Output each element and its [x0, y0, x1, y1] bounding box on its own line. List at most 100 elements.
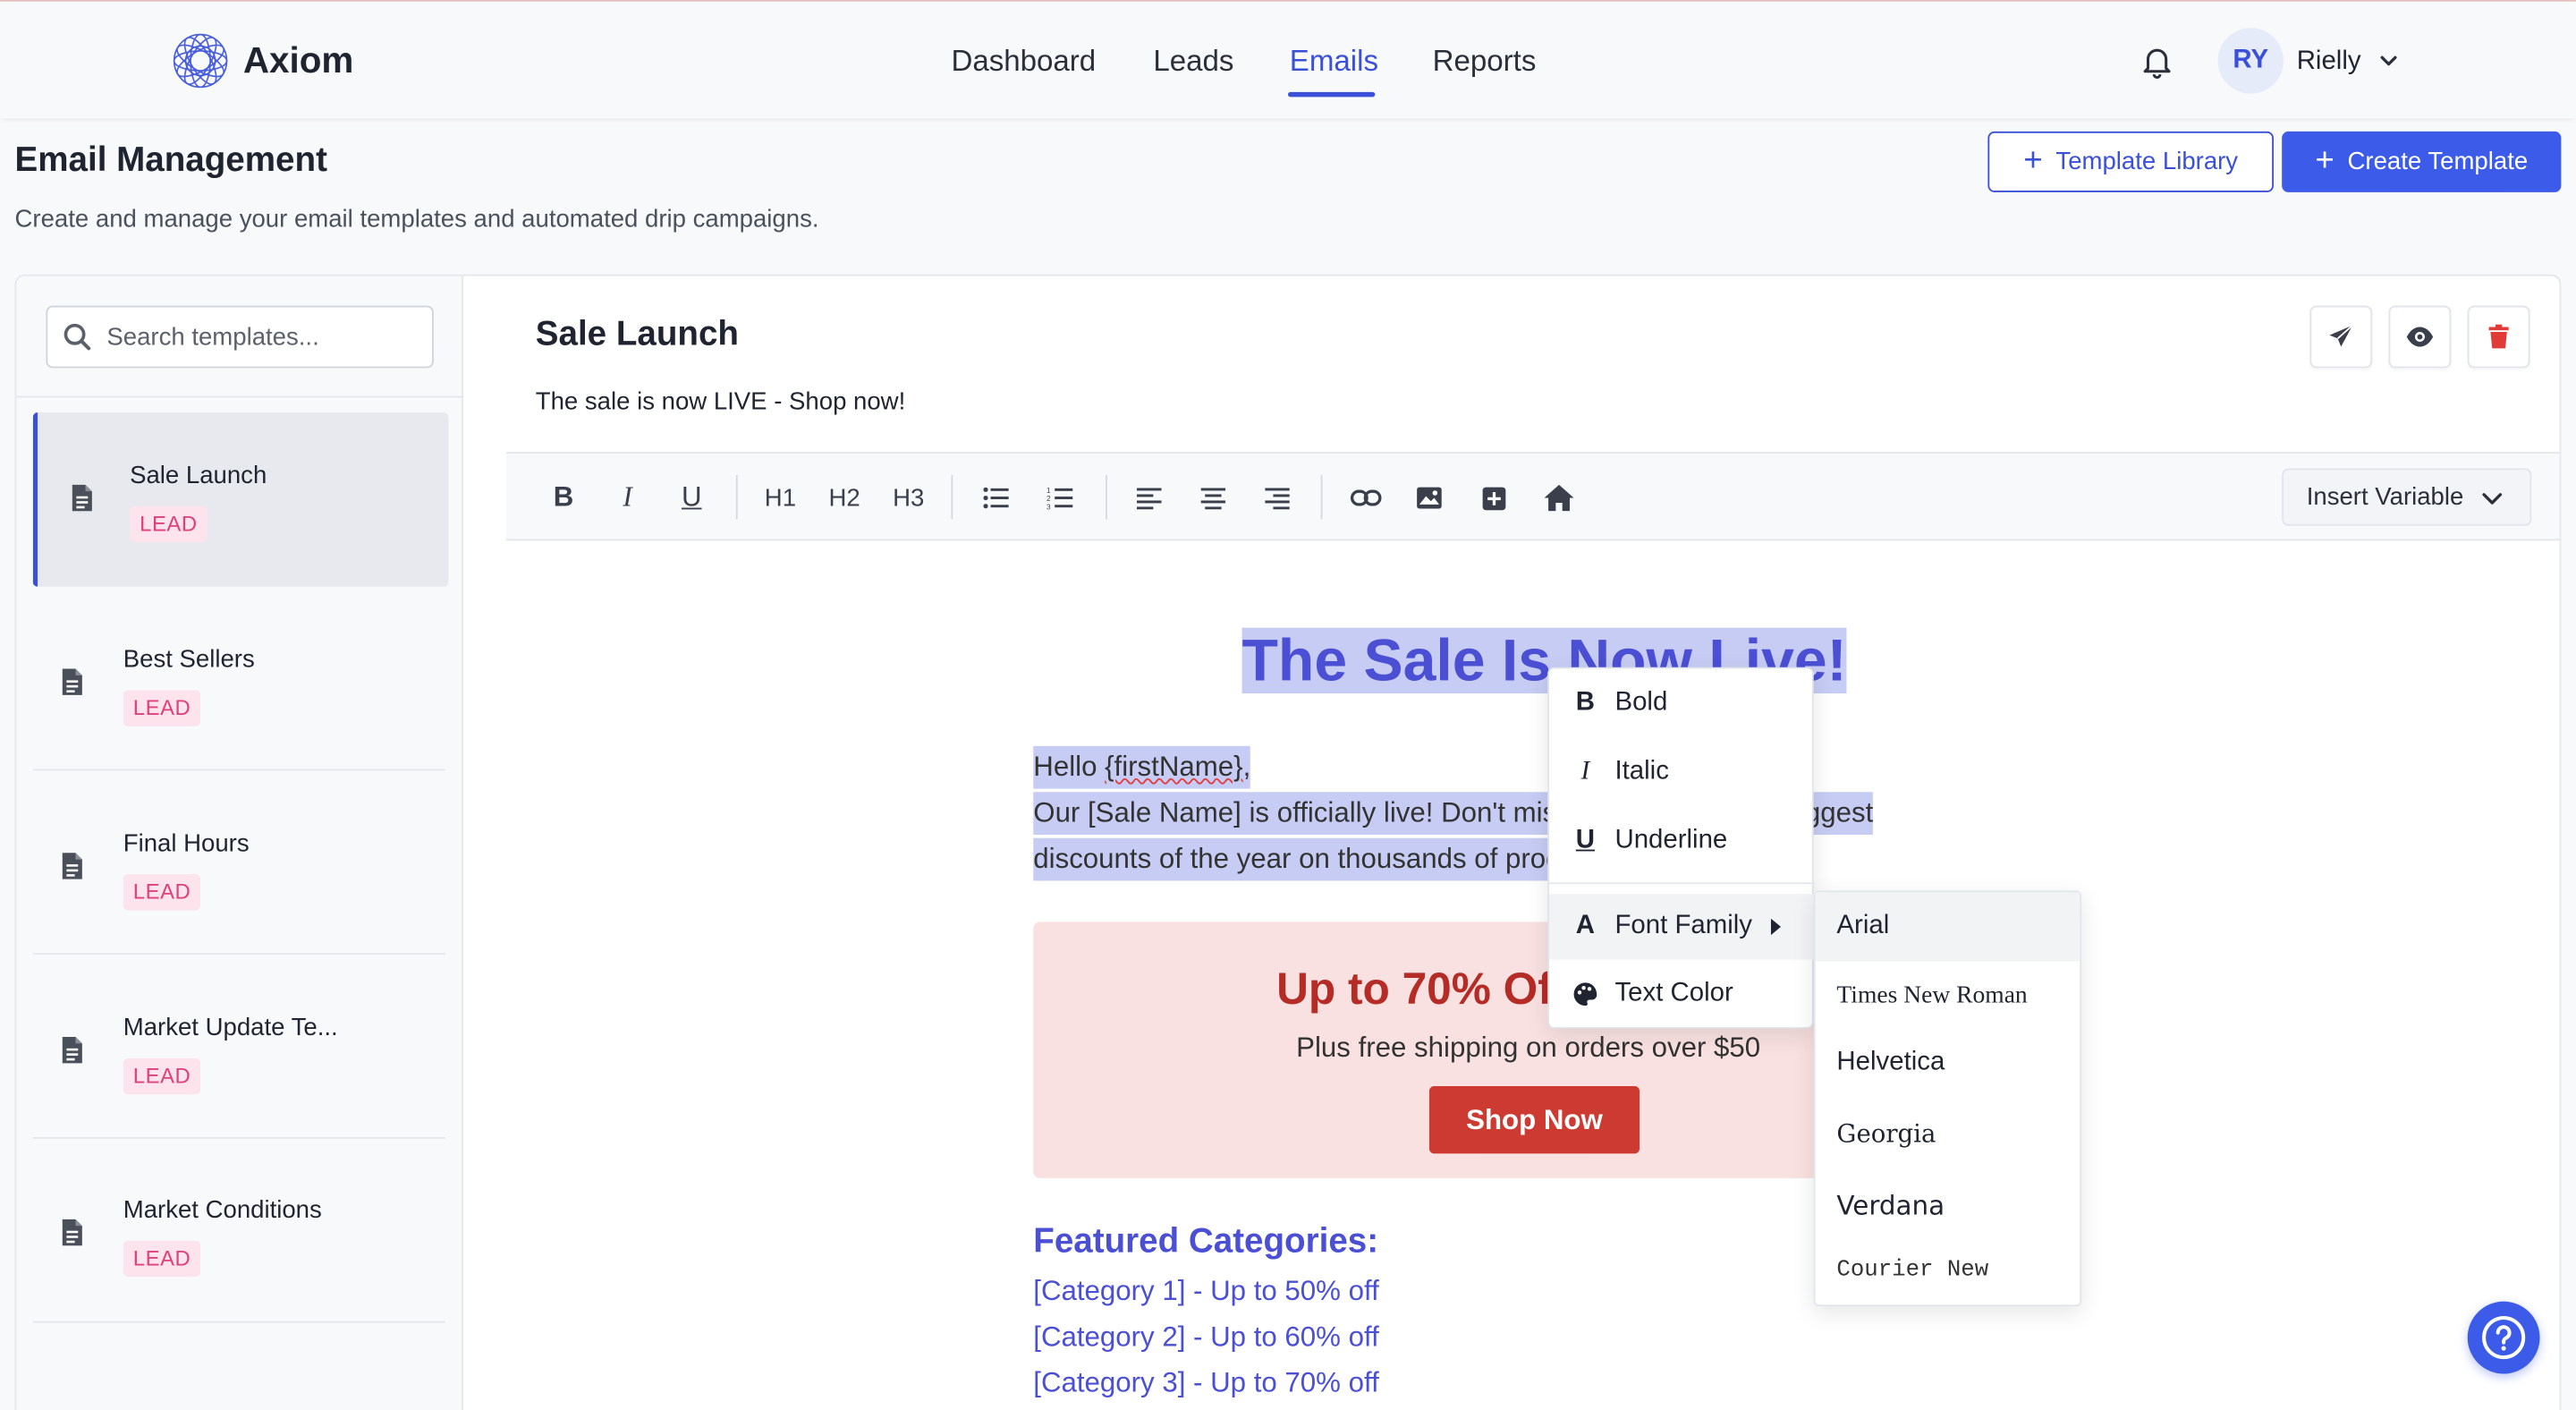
- font-option-helvetica[interactable]: Helvetica: [1816, 1029, 2080, 1098]
- template-title[interactable]: Sale Launch: [536, 316, 739, 355]
- bold-icon: B: [1575, 688, 1596, 717]
- page-subtitle: Create and manage your email templates a…: [14, 205, 819, 234]
- featured-item[interactable]: [Category 1] - Up to 50% off: [1033, 1275, 1378, 1308]
- menu-item-label: Bold: [1614, 688, 1668, 717]
- nav-dashboard[interactable]: Dashboard: [951, 45, 1096, 80]
- template-name: Market Update Te...: [123, 1014, 338, 1042]
- avatar[interactable]: RY: [2217, 28, 2284, 94]
- toolbar-divider: [1106, 474, 1107, 520]
- delete-button[interactable]: [2467, 305, 2530, 369]
- editor-toolbar: B I U H1 H2 H3 123 Insert Variable: [505, 452, 2560, 541]
- heading2-button[interactable]: H2: [826, 480, 862, 515]
- email-greeting[interactable]: Hello {firstName},: [1033, 745, 1251, 789]
- link-icon[interactable]: [1349, 480, 1382, 515]
- search-icon: [64, 323, 91, 351]
- align-center-icon[interactable]: [1198, 480, 1227, 515]
- promo-subtext[interactable]: Plus free shipping on orders over $50: [1296, 1032, 1760, 1065]
- menu-item-font-family[interactable]: A Font Family: [1549, 894, 1816, 960]
- nav-emails[interactable]: Emails: [1290, 45, 1378, 80]
- search-input[interactable]: [106, 320, 419, 353]
- home-icon[interactable]: [1543, 480, 1576, 515]
- menu-item-label: Text Color: [1614, 979, 1733, 1007]
- chevron-down-icon[interactable]: [2377, 49, 2401, 72]
- shop-now-button[interactable]: Shop Now: [1428, 1086, 1640, 1154]
- menu-item-underline[interactable]: U Underline: [1549, 809, 1816, 874]
- caret-right-icon: [1770, 918, 1781, 936]
- add-block-icon[interactable]: [1479, 480, 1508, 515]
- top-navbar: Axiom Dashboard Leads Emails Reports RY …: [0, 1, 2576, 119]
- document-icon: [72, 484, 92, 512]
- nav-leads[interactable]: Leads: [1153, 45, 1233, 80]
- bullet-list-icon[interactable]: [981, 480, 1011, 515]
- align-right-icon[interactable]: [1262, 480, 1292, 515]
- plus-icon: +: [2023, 141, 2043, 179]
- divider: [32, 1321, 445, 1323]
- menu-item-italic[interactable]: I Italic: [1549, 740, 1816, 805]
- template-item-market-update[interactable]: Market Update Te... LEAD: [33, 964, 449, 1139]
- template-item-best-sellers[interactable]: Best Sellers LEAD: [33, 597, 449, 771]
- brand-name[interactable]: Axiom: [243, 39, 354, 82]
- menu-divider: [1549, 882, 1816, 885]
- bell-icon[interactable]: [2139, 41, 2174, 81]
- featured-item[interactable]: [Category 3] - Up to 70% off: [1033, 1367, 1378, 1400]
- image-icon[interactable]: [1414, 480, 1444, 515]
- underline-icon: U: [1575, 826, 1596, 855]
- font-option-arial[interactable]: Arial: [1815, 892, 2080, 962]
- help-button[interactable]: [2467, 1301, 2540, 1374]
- first-name-variable: {firstName}: [1105, 751, 1243, 783]
- heading3-button[interactable]: H3: [890, 480, 926, 515]
- italic-icon: I: [1580, 757, 1590, 786]
- template-item-final-hours[interactable]: Final Hours LEAD: [33, 780, 449, 955]
- font-option-verdana[interactable]: Verdana: [1816, 1170, 2080, 1239]
- svg-text:1: 1: [1046, 487, 1051, 495]
- insert-variable-dropdown[interactable]: Insert Variable: [2282, 468, 2532, 526]
- user-name[interactable]: Rielly: [2297, 47, 2361, 77]
- create-template-button[interactable]: + Create Template: [2282, 131, 2562, 192]
- menu-item-text-color[interactable]: Text Color: [1549, 961, 1816, 1026]
- template-subject[interactable]: The sale is now LIVE - Shop now!: [536, 387, 905, 415]
- send-button[interactable]: [2309, 305, 2373, 369]
- document-icon: [62, 853, 82, 879]
- font-family-submenu: Arial Times New Roman Helvetica Georgia …: [1813, 890, 2082, 1307]
- document-icon: [62, 668, 82, 695]
- search-box[interactable]: [46, 305, 434, 369]
- email-content-area[interactable]: The Sale Is Now Live! Hello {firstName},…: [505, 542, 2560, 1410]
- email-card: Sale Launch LEAD Best Sellers LEAD Final…: [14, 274, 2562, 1410]
- template-badge: LEAD: [130, 505, 208, 543]
- underline-icon[interactable]: U: [677, 480, 707, 515]
- font-option-courier-new[interactable]: Courier New: [1816, 1236, 2080, 1304]
- bold-icon[interactable]: B: [548, 480, 578, 515]
- template-library-button[interactable]: + Template Library: [1987, 131, 2274, 192]
- preview-button[interactable]: [2388, 305, 2452, 369]
- featured-heading[interactable]: Featured Categories:: [1033, 1223, 1378, 1262]
- heading1-button[interactable]: H1: [762, 480, 798, 515]
- chevron-down-icon: [2481, 492, 2502, 504]
- template-item-market-conditions[interactable]: Market Conditions LEAD: [33, 1147, 449, 1321]
- font-option-georgia[interactable]: Georgia: [1816, 1100, 2080, 1168]
- email-paragraph-line-2[interactable]: discounts of the year on thousands of pr…: [1033, 837, 1621, 881]
- templates-sidebar: Sale Launch LEAD Best Sellers LEAD Final…: [16, 276, 463, 1410]
- promo-heading[interactable]: Up to 70% Off: [1276, 964, 1567, 1015]
- divider: [16, 395, 463, 398]
- insert-variable-label: Insert Variable: [2306, 482, 2464, 512]
- divider: [32, 769, 445, 771]
- axiom-logo-icon[interactable]: [171, 31, 230, 90]
- template-badge: LEAD: [123, 690, 201, 726]
- template-name: Market Conditions: [123, 1196, 322, 1225]
- question-circle-icon: [2482, 1316, 2526, 1360]
- menu-item-label: Font Family: [1614, 912, 1752, 940]
- toolbar-divider: [735, 474, 738, 520]
- document-icon: [62, 1219, 82, 1246]
- template-item-sale-launch[interactable]: Sale Launch LEAD: [32, 412, 449, 587]
- template-library-label: Template Library: [2055, 148, 2239, 176]
- menu-item-bold[interactable]: B Bold: [1549, 670, 1816, 735]
- font-option-times-new-roman[interactable]: Times New Roman: [1816, 961, 2080, 1030]
- italic-icon[interactable]: I: [613, 480, 642, 515]
- nav-reports[interactable]: Reports: [1433, 45, 1537, 80]
- featured-item[interactable]: [Category 2] - Up to 60% off: [1033, 1321, 1378, 1355]
- numbered-list-icon[interactable]: 123: [1045, 480, 1074, 515]
- svg-text:3: 3: [1046, 503, 1051, 509]
- divider: [32, 1136, 445, 1139]
- template-badge: LEAD: [123, 1058, 201, 1095]
- align-left-icon[interactable]: [1133, 480, 1163, 515]
